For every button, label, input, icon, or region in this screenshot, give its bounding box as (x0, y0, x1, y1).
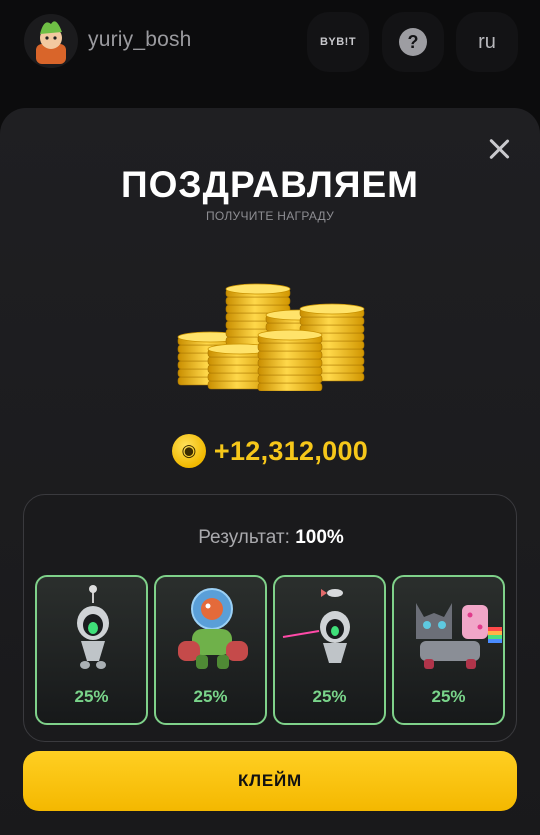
card-list: 25% 25% 25% 25% (35, 575, 505, 725)
modal-subtitle: ПОЛУЧИТЕ НАГРАДУ (205, 209, 335, 223)
reward-row: ◉ +12,312,000 (0, 434, 540, 468)
coin-stack-coin (225, 296, 291, 306)
results-panel: Результат: 100% 25% 25% 25% 25% (23, 494, 517, 742)
coin-stack-image (177, 283, 365, 391)
card-percent: 25% (312, 687, 347, 706)
card-robot-astronaut[interactable]: 25% (35, 575, 148, 725)
coin-stack-coin (257, 382, 323, 391)
coin-stack-coin (257, 350, 323, 360)
coin-stack-coin (257, 358, 323, 368)
nyan-cat-icon (416, 603, 502, 669)
help-button[interactable]: ? (382, 12, 444, 72)
language-button[interactable]: ru (456, 12, 518, 72)
robot-laser-icon (282, 589, 350, 663)
language-label: ru (478, 30, 496, 53)
robot-astronaut-icon (77, 585, 109, 669)
coin-stack-top (257, 329, 323, 341)
claim-button[interactable]: КЛЕЙМ (23, 751, 517, 811)
avatar[interactable] (24, 14, 78, 68)
reward-modal: ПОЗДРАВЛЯЕМ ПОЛУЧИТЕ НАГРАДУ ◉ +12,312,0… (0, 108, 540, 835)
result-value: 100% (295, 527, 344, 548)
bybit-button[interactable]: BYB!T (307, 12, 369, 72)
card-percent: 25% (431, 687, 466, 706)
coin-stack-top (299, 303, 365, 315)
coin-stack-coin (257, 342, 323, 352)
card-percent: 25% (193, 687, 228, 706)
coin-stack-coin (257, 374, 323, 384)
coin-stack-coin (257, 366, 323, 376)
modal-title: ПОЗДРАВЛЯЕМ (121, 164, 419, 205)
result-label: Результат: (198, 527, 290, 548)
card-percent: 25% (74, 687, 109, 706)
card-fish-mech-warrior[interactable]: 25% (154, 575, 267, 725)
card-robot-astronaut-laser[interactable]: 25% (273, 575, 386, 725)
card-nyan-cat-robot[interactable]: 25% (392, 575, 505, 725)
top-bar: yuriy_bosh BYB!T ? ru (0, 0, 540, 90)
bybit-logo: BYB!T (319, 36, 357, 48)
result-line: Результат: 100% (24, 527, 518, 549)
close-icon[interactable] (488, 138, 510, 160)
reward-amount: +12,312,000 (213, 435, 369, 466)
fish-warrior-icon (178, 588, 248, 669)
help-icon: ? (399, 28, 427, 56)
coin-stack-coin (299, 316, 365, 326)
username: yuriy_bosh (88, 28, 192, 51)
coin-stack-top (225, 283, 291, 295)
coin-icon: ◉ (171, 434, 206, 468)
